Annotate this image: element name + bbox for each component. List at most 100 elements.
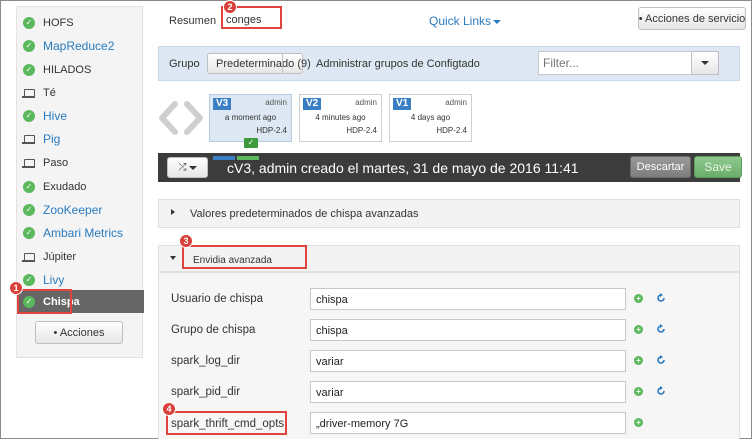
callout-badge-2: 2 (223, 0, 237, 14)
callout-badge-3: 3 (179, 234, 193, 248)
sidebar-item-label: Ambari Metrics (43, 225, 124, 240)
plus-circle-icon[interactable]: + (634, 418, 643, 427)
check-circle-icon: ✓ (23, 203, 35, 216)
current-version-check-icon: ✓ (244, 138, 258, 148)
sidebar-item-te[interactable]: Té (17, 81, 144, 104)
chevron-down-icon (188, 165, 197, 170)
section-spark-defaults-title: Valores predeterminados de chispa avanza… (190, 208, 419, 220)
sidebar-item-label: MapReduce2 (43, 38, 115, 53)
shuffle-icon: ⤮ (178, 162, 187, 173)
laptop-icon (22, 87, 35, 99)
version-stack: HDP-2.4 (346, 126, 377, 135)
property-input-spark-pid-dir[interactable]: variar (310, 381, 626, 403)
chevron-down-icon (493, 19, 502, 24)
property-label: spark_pid_dir (171, 386, 241, 398)
group-select[interactable]: Predeterminado (9) (207, 53, 311, 74)
version-card-v2[interactable]: V2 admin 4 minutes ago HDP-2.4 (299, 94, 382, 142)
property-input-spark-thrift-cmd-opts[interactable]: „driver-memory 7G (310, 412, 626, 434)
version-card-v1[interactable]: V1 admin 4 days ago HDP-2.4 (389, 94, 472, 142)
sidebar-item-label: HOFS (43, 16, 74, 29)
manage-config-groups-link[interactable]: Administrar grupos de Configtado (316, 58, 480, 70)
version-tag: V2 (303, 98, 322, 110)
laptop-icon (22, 251, 35, 263)
version-author: admin (445, 98, 467, 107)
laptop-icon (22, 133, 35, 145)
undo-icon[interactable] (656, 293, 666, 303)
sidebar-item-label: Pig (43, 131, 61, 146)
group-select-value: Predeterminado (9) (216, 57, 311, 70)
quick-links-label: Quick Links (429, 14, 492, 28)
version-nav-arrows[interactable] (158, 101, 206, 135)
plus-circle-icon[interactable]: + (634, 387, 643, 396)
plus-circle-icon[interactable]: + (634, 294, 643, 303)
property-input-spark-user[interactable]: chispa (310, 288, 626, 310)
version-tag: V3 (213, 98, 232, 110)
laptop-icon (22, 157, 35, 169)
version-author: admin (355, 98, 377, 107)
sidebar-item-label: Livy (43, 272, 65, 287)
undo-icon[interactable] (656, 386, 666, 396)
filter-dropdown-button[interactable] (691, 51, 719, 75)
plus-circle-icon[interactable]: + (634, 325, 643, 334)
property-label: Grupo de chispa (171, 324, 256, 336)
sidebar-item-mapreduce2[interactable]: ✓ MapReduce2 (17, 34, 144, 57)
sidebar-item-label: ZooKeeper (43, 202, 103, 217)
sidebar-item-label: Exudado (43, 180, 87, 193)
check-circle-icon: ✓ (23, 39, 35, 52)
property-input-spark-log-dir[interactable]: variar (310, 350, 626, 372)
discard-button[interactable]: Descartar (630, 156, 691, 178)
check-circle-icon: ✓ (23, 109, 35, 122)
sidebar-item-ambari-metrics[interactable]: ✓ Ambari Metrics (17, 221, 144, 244)
chevron-down-icon (701, 61, 709, 65)
callout-badge-4: 4 (162, 402, 176, 416)
version-card-v3[interactable]: V3 admin a moment ago HDP-2.4 ✓ (209, 94, 292, 148)
version-time: 4 minutes ago (315, 113, 366, 122)
sidebar-item-hilados[interactable]: ✓ HILADOS (17, 58, 144, 81)
sidebar-item-paso[interactable]: Paso (17, 151, 144, 174)
version-description: cV3, admin creado el martes, 31 de mayo … (227, 160, 579, 176)
sidebar-item-zookeeper[interactable]: ✓ ZooKeeper (17, 198, 144, 221)
undo-icon[interactable] (656, 324, 666, 334)
sidebar-item-hive[interactable]: ✓ Hive (17, 104, 144, 127)
version-stack: HDP-2.4 (256, 126, 287, 135)
callout-highlight-chispa (17, 289, 72, 314)
sidebar-item-exudado[interactable]: ✓ Exudado (17, 175, 144, 198)
version-stack: HDP-2.4 (436, 126, 467, 135)
check-circle-icon: ✓ (23, 180, 35, 193)
check-circle-icon: ✓ (23, 226, 35, 239)
version-time: a moment ago (224, 113, 277, 122)
version-tag: V1 (393, 98, 412, 110)
actions-button[interactable]: • Acciones (35, 321, 123, 344)
sidebar-item-label: Paso (43, 156, 69, 169)
save-button[interactable]: Save (694, 156, 742, 178)
sidebar-item-pig[interactable]: Pig (17, 127, 144, 150)
compare-dropdown-button[interactable]: ⤮ (167, 157, 208, 178)
version-time: 4 days ago (410, 113, 451, 122)
property-label: Usuario de chispa (171, 293, 264, 305)
version-author: admin (265, 98, 287, 107)
sidebar-item-label: HILADOS (43, 63, 92, 76)
chevron-right-icon (171, 209, 175, 215)
check-circle-icon: ✓ (23, 16, 35, 29)
chevron-down-icon (170, 256, 176, 260)
tab-summary[interactable]: Resumen (169, 15, 216, 27)
property-input-spark-group[interactable]: chispa (310, 319, 626, 341)
callout-highlight-advanced-env (182, 245, 307, 269)
sidebar-item-hdfs[interactable]: ✓ HOFS (17, 11, 144, 34)
sidebar-item-livy[interactable]: ✓ Livy (17, 268, 144, 291)
service-actions-button[interactable]: • Acciones de servicio (638, 7, 746, 30)
callout-highlight-thrift-opts (166, 411, 287, 435)
sidebar-item-label: Hive (43, 108, 68, 123)
sidebar-item-label: Té (43, 86, 56, 99)
sidebar-item-label: Júpiter (43, 250, 77, 263)
property-label: spark_log_dir (171, 355, 241, 367)
callout-badge-1: 1 (9, 281, 23, 295)
undo-icon[interactable] (656, 355, 666, 365)
check-circle-icon: ✓ (23, 63, 35, 76)
check-circle-icon: ✓ (23, 273, 35, 286)
plus-circle-icon[interactable]: + (634, 356, 643, 365)
quick-links-dropdown[interactable]: Quick Links (429, 14, 502, 28)
sidebar-item-jupiter[interactable]: Júpiter (17, 245, 144, 268)
group-label: Grupo (169, 58, 200, 70)
group-select-divider (282, 54, 283, 73)
